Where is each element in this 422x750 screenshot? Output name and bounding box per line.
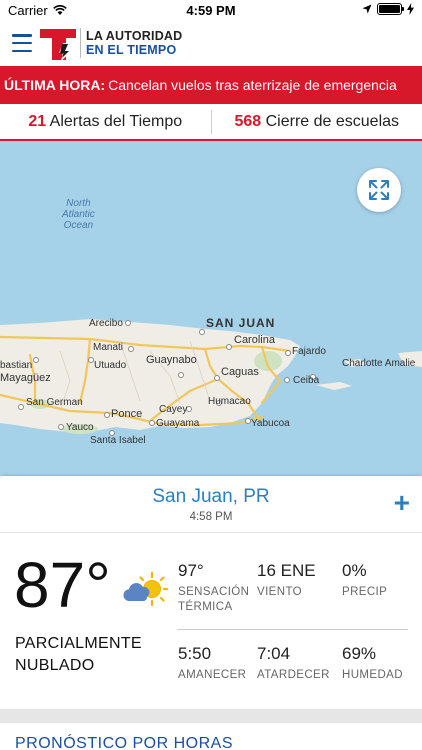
sunset-stat: 7:04 ATARDECER	[257, 644, 330, 683]
sunrise-stat: 5:50 AMANECER	[178, 644, 246, 683]
current-condition: PARCIALMENTE NUBLADO	[15, 633, 142, 677]
hamburger-menu-icon[interactable]	[12, 34, 32, 52]
city-marker	[88, 357, 94, 363]
place-label-yabucoa: Yabucoa	[251, 418, 290, 429]
city-marker	[284, 377, 290, 383]
add-location-button[interactable]: +	[394, 489, 410, 517]
current-temperature: 87°	[14, 549, 111, 621]
location-updated-time: 4:58 PM	[189, 511, 233, 523]
place-label-guayama: Guayama	[156, 418, 200, 429]
city-marker	[125, 320, 131, 326]
city-marker	[128, 346, 134, 352]
feels-like-label: SENSACIÓN TÉRMICA	[178, 585, 249, 615]
place-label-san-juan: SAN JUAN	[206, 316, 276, 330]
place-label-arecibo: Arecibo	[89, 318, 123, 329]
feels-like-label-line-1: SENSACIÓN	[178, 586, 250, 598]
current-conditions: 87° PARCIALMENTE NUBLADO 97° SENSACIÓN T…	[0, 533, 422, 709]
humidity-label: HUMEDAD	[342, 669, 403, 681]
location-header: San Juan, PR 4:58 PM +	[0, 476, 422, 532]
city-marker	[18, 404, 24, 410]
sunset-label: ATARDECER	[257, 669, 330, 681]
weather-alerts-label: Alertas del Tiempo	[49, 112, 183, 130]
status-right	[362, 3, 414, 15]
location-arrow-icon	[362, 4, 372, 14]
city-marker	[33, 357, 39, 363]
school-closings-count: 568	[234, 112, 262, 130]
status-time: 4:59 PM	[186, 3, 236, 18]
weather-map[interactable]: North Atlantic Ocean SAN JUAN Arecibo Ma…	[0, 141, 422, 476]
place-label-sebastian: bastian	[0, 360, 33, 371]
place-label-ponce: Ponce	[111, 408, 143, 420]
brand-tagline: LA AUTORIDAD EN EL TIEMPO	[86, 29, 182, 57]
wind-value: 16 ENE	[257, 561, 316, 580]
condition-line-1: PARCIALMENTE	[15, 635, 142, 652]
breaking-news-bar[interactable]: ÚLTIMA HORA: Cancelan vuelos tras aterri…	[0, 66, 422, 104]
place-label-caguas: Caguas	[221, 366, 259, 378]
weather-alerts-count: 21	[28, 112, 47, 130]
status-bar: Carrier 4:59 PM	[0, 0, 422, 22]
weather-alerts-link[interactable]: 21 Alertas del Tiempo	[0, 113, 211, 131]
school-closings-label: Cierre de escuelas	[265, 112, 400, 130]
place-label-guaynabo: Guaynabo	[146, 354, 197, 366]
place-label-utuado: Utuado	[94, 360, 127, 371]
city-marker	[214, 375, 220, 381]
ocean-label: North Atlantic Ocean	[62, 198, 95, 231]
school-closings-link[interactable]: 568 Cierre de escuelas	[212, 113, 422, 131]
place-label-humacao: Humacao	[208, 396, 251, 407]
city-marker	[104, 412, 110, 418]
place-label-santa-isabel: Santa Isabel	[90, 435, 146, 446]
feels-like-stat: 97° SENSACIÓN TÉRMICA	[178, 561, 249, 615]
ocean-label-line-3: Ocean	[63, 220, 94, 231]
city-marker	[149, 420, 155, 426]
place-label-manati: Manati	[93, 342, 124, 353]
place-label-fajardo: Fajardo	[292, 346, 326, 357]
city-marker	[58, 424, 64, 430]
humidity-value: 69%	[342, 644, 377, 663]
breaking-tag: ÚLTIMA HORA:	[4, 77, 106, 93]
place-label-ceiba: Ceiba	[293, 375, 320, 386]
sunset-value: 7:04	[257, 644, 291, 663]
vieques-island	[316, 382, 352, 390]
feels-like-value: 97°	[178, 561, 204, 580]
expand-map-button[interactable]	[357, 168, 401, 212]
section-gap	[0, 709, 422, 723]
city-marker	[178, 372, 184, 378]
precip-label: PRECIP	[342, 586, 388, 598]
feels-like-label-line-2: TÉRMICA	[178, 601, 233, 613]
sunrise-label: AMANECER	[178, 669, 247, 681]
logo-divider	[80, 28, 81, 58]
brand-line-2: EN EL TIEMPO	[86, 43, 177, 57]
city-marker	[245, 418, 251, 424]
alerts-bar: 21 Alertas del Tiempo 568 Cierre de escu…	[0, 104, 422, 141]
stats-divider	[177, 629, 408, 630]
place-label-mayaguez: Mayagüez	[0, 372, 51, 384]
brand-line-1: LA AUTORIDAD	[86, 29, 183, 43]
place-label-san-german: San German	[26, 397, 83, 408]
breaking-text: Cancelan vuelos tras aterrizaje de emerg…	[108, 77, 397, 93]
humidity-stat: 69% HUMEDAD	[342, 644, 403, 683]
partly-cloudy-icon	[123, 571, 168, 607]
condition-line-2: NUBLADO	[15, 657, 95, 674]
ocean-label-line-2: Atlantic	[62, 209, 95, 220]
expand-icon	[369, 180, 389, 200]
app-header: LA AUTORIDAD EN EL TIEMPO	[0, 22, 422, 66]
location-city[interactable]: San Juan, PR	[0, 486, 422, 508]
hourly-forecast-heading[interactable]: PRONÓSTICO POR HORAS	[15, 735, 233, 750]
telemundo-logo[interactable]	[38, 26, 78, 62]
city-marker	[285, 350, 291, 356]
battery-icon	[377, 3, 404, 15]
precip-stat: 0% PRECIP	[342, 561, 387, 600]
ocean-label-line-1: North	[66, 198, 91, 209]
wind-label: VIENTO	[257, 586, 303, 598]
place-label-charlotte-amalie: Charlotte Amalie	[342, 358, 416, 369]
city-marker	[199, 329, 205, 335]
place-label-yauco: Yauco	[66, 422, 94, 433]
wind-stat: 16 ENE VIENTO	[257, 561, 316, 600]
charging-bolt-icon	[407, 3, 414, 15]
city-marker	[226, 344, 232, 350]
place-label-carolina: Carolina	[234, 334, 275, 346]
place-label-cayey: Cayey	[159, 404, 188, 415]
precip-value: 0%	[342, 561, 367, 580]
sunrise-value: 5:50	[178, 644, 212, 663]
